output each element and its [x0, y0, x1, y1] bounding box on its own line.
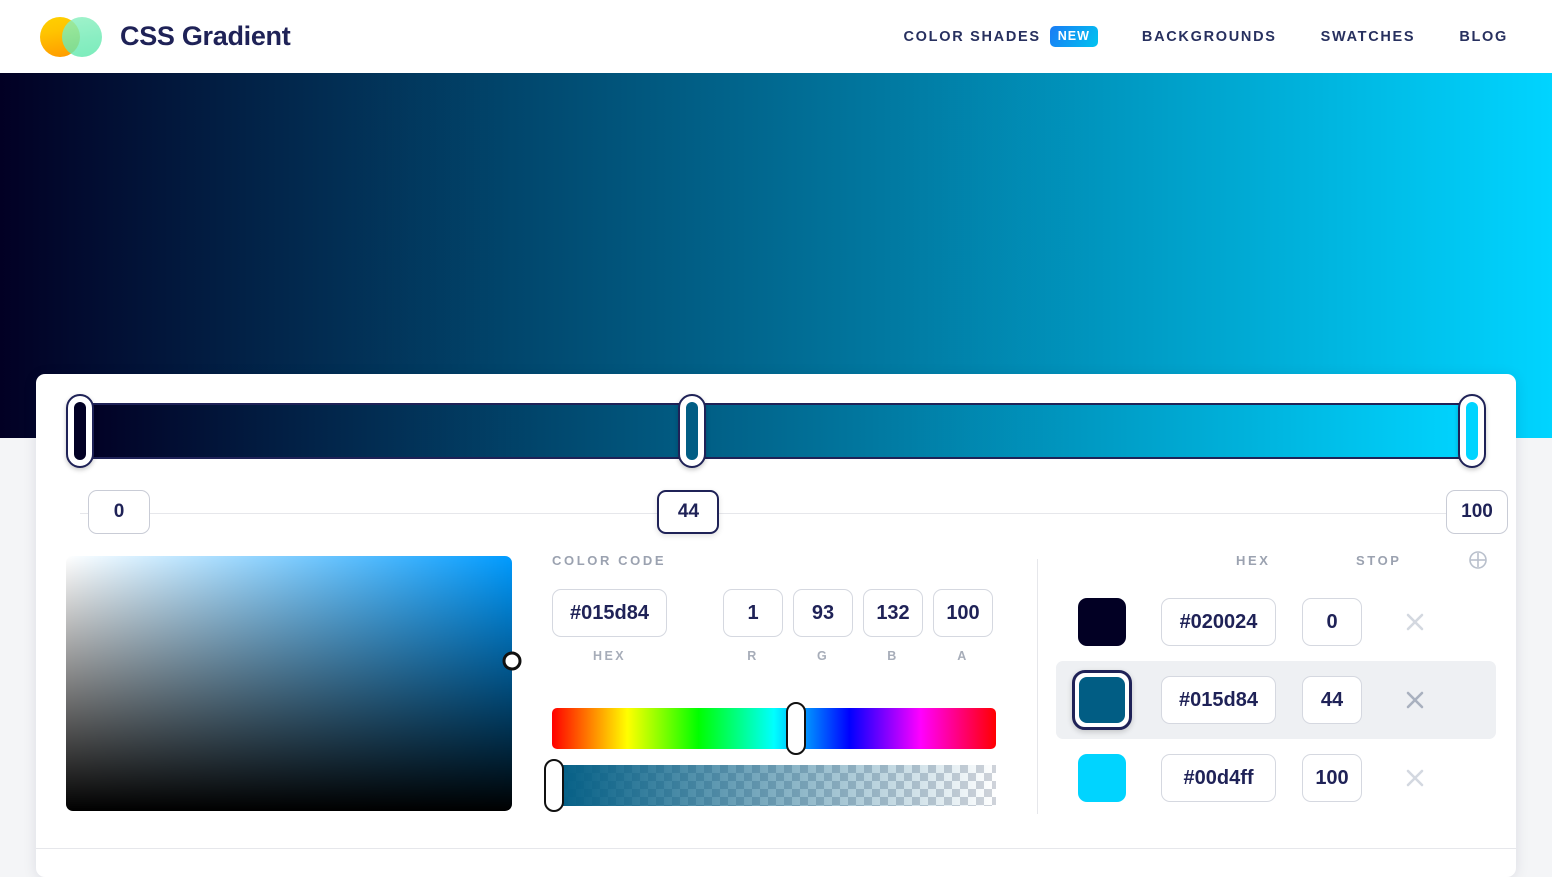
- red-caption: R: [747, 649, 759, 663]
- brand[interactable]: CSS Gradient: [36, 15, 291, 59]
- color-code-label: COLOR CODE: [552, 553, 667, 568]
- color-swatch-0[interactable]: [1078, 598, 1126, 646]
- saturation-value-picker[interactable]: [66, 556, 522, 811]
- gradient-stop-track[interactable]: [80, 403, 1472, 459]
- close-x-icon[interactable]: [1402, 687, 1428, 713]
- alpha-slider[interactable]: [544, 759, 996, 812]
- stop-handle-2[interactable]: [1458, 394, 1486, 468]
- swatch-holder-0: [1078, 598, 1126, 646]
- nav-item-backgrounds[interactable]: BACKGROUNDS: [1142, 29, 1277, 45]
- color-code-fields: #015d84 HEX 1 R 93 G 132 B 100 A: [552, 589, 1012, 663]
- logo-circle-green: [62, 16, 102, 57]
- nav-badge-new: NEW: [1049, 26, 1098, 47]
- nav-label: SWATCHES: [1320, 28, 1416, 45]
- alpha-slider-fill: [552, 765, 996, 806]
- nav-item-color-shades[interactable]: COLOR SHADES NEW: [904, 26, 1098, 47]
- row-hex-input-2[interactable]: #00d4ff: [1161, 754, 1276, 802]
- stop-list-header: HEX STOP: [1056, 550, 1496, 583]
- row-stop-input-1[interactable]: 44: [1302, 676, 1362, 724]
- stop-value-input-0[interactable]: 0: [88, 490, 150, 534]
- blue-field-group: 132 B: [863, 589, 923, 663]
- alpha-caption: A: [957, 649, 969, 663]
- circle-plus-icon[interactable]: [1468, 550, 1488, 570]
- color-stop-list: HEX STOP #020024 0 #015d84 44 #00d4ff 10…: [1056, 550, 1496, 817]
- row-stop-input-0[interactable]: 0: [1302, 598, 1362, 646]
- swatch-holder-1: [1072, 670, 1132, 730]
- stop-handle-1[interactable]: [678, 394, 707, 468]
- nav-item-blog[interactable]: BLOG: [1459, 29, 1508, 45]
- rgba-fields: 1 R 93 G 132 B 100 A: [723, 589, 993, 663]
- stop-row-0[interactable]: #020024 0: [1056, 583, 1496, 661]
- alpha-slider-handle[interactable]: [544, 759, 565, 812]
- hue-slider-handle[interactable]: [786, 702, 807, 755]
- site-header: CSS Gradient COLOR SHADES NEW BACKGROUND…: [0, 0, 1552, 73]
- panel-divider: [1037, 559, 1038, 814]
- row-hex-input-0[interactable]: #020024: [1161, 598, 1276, 646]
- card-section-divider: [36, 848, 1516, 849]
- stop-handle-0[interactable]: [66, 394, 94, 468]
- logo-icon: [36, 15, 106, 59]
- stop-value-input-1[interactable]: 44: [657, 490, 720, 534]
- editor-lower: COLOR CODE #015d84 HEX 1 R 93 G 132 B 10…: [36, 550, 1516, 841]
- stop-row-1[interactable]: #015d84 44: [1056, 661, 1496, 739]
- green-caption: G: [816, 649, 830, 663]
- gradient-stop-slider[interactable]: [66, 394, 1486, 468]
- close-x-icon[interactable]: [1402, 609, 1428, 635]
- stop-value-input-2[interactable]: 100: [1446, 490, 1508, 534]
- hex-field-group: #015d84 HEX: [552, 589, 667, 663]
- brand-name: CSS Gradient: [120, 21, 291, 51]
- sv-picker-cursor[interactable]: [502, 651, 522, 671]
- hue-slider[interactable]: [552, 702, 996, 755]
- nav-label: BACKGROUNDS: [1141, 28, 1277, 45]
- color-swatch-1[interactable]: [1079, 677, 1125, 723]
- hex-input[interactable]: #015d84: [552, 589, 667, 637]
- swatch-holder-2: [1078, 754, 1126, 802]
- row-hex-input-1[interactable]: #015d84: [1161, 676, 1276, 724]
- nav-label: COLOR SHADES: [903, 28, 1041, 45]
- alpha-field-group: 100 A: [933, 589, 993, 663]
- row-stop-input-2[interactable]: 100: [1302, 754, 1362, 802]
- column-header-stop: STOP: [1356, 553, 1402, 568]
- stop-row-2[interactable]: #00d4ff 100: [1056, 739, 1496, 817]
- green-field-group: 93 G: [793, 589, 853, 663]
- hex-caption: HEX: [593, 649, 626, 663]
- nav-item-swatches[interactable]: SWATCHES: [1321, 29, 1416, 45]
- color-code-section: COLOR CODE #015d84 HEX 1 R 93 G 132 B 10…: [552, 553, 1012, 663]
- page-root: CSS Gradient COLOR SHADES NEW BACKGROUND…: [0, 0, 1552, 877]
- alpha-input[interactable]: 100: [933, 589, 993, 637]
- red-input[interactable]: 1: [723, 589, 783, 637]
- green-input[interactable]: 93: [793, 589, 853, 637]
- close-x-icon[interactable]: [1402, 765, 1428, 791]
- red-field-group: 1 R: [723, 589, 783, 663]
- column-header-hex: HEX: [1236, 553, 1271, 568]
- stop-axis-line: [80, 513, 1472, 514]
- gradient-editor-card: 0 44 100 COLOR CODE #015d84 HEX 1 R 93 G…: [36, 374, 1516, 877]
- nav-label: BLOG: [1459, 28, 1508, 45]
- blue-input[interactable]: 132: [863, 589, 923, 637]
- color-swatch-2[interactable]: [1078, 754, 1126, 802]
- blue-caption: B: [887, 649, 899, 663]
- main-nav: COLOR SHADES NEW BACKGROUNDS SWATCHES BL…: [904, 26, 1508, 47]
